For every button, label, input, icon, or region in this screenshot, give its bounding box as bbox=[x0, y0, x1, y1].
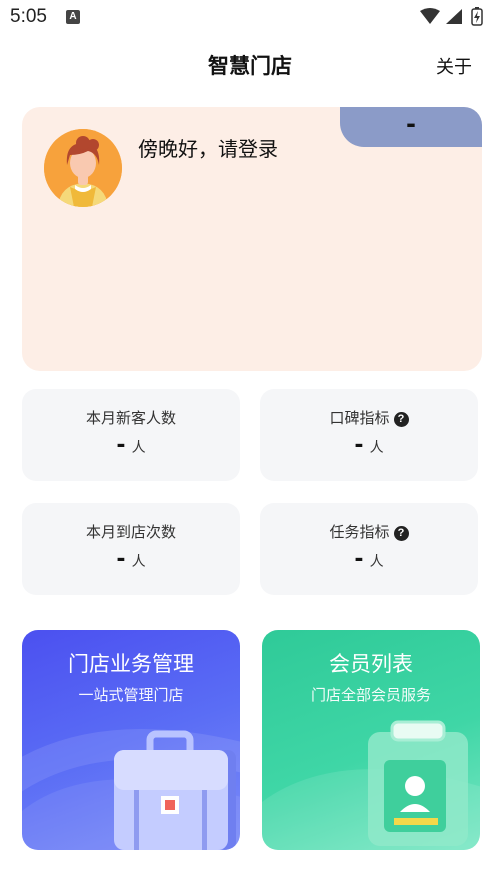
store-tag: - bbox=[340, 107, 482, 147]
member-list-card[interactable]: 会员列表 门店全部会员服务 bbox=[262, 630, 480, 850]
stat-card-new-customers[interactable]: 本月新客人数 -人 bbox=[22, 389, 240, 481]
greeting-text[interactable]: 傍晚好，请登录 bbox=[138, 133, 278, 162]
briefcase-icon bbox=[22, 729, 240, 850]
welcome-card[interactable]: - 傍晚好，请登录 bbox=[22, 107, 482, 371]
signal-icon bbox=[446, 9, 462, 24]
avatar[interactable] bbox=[44, 129, 122, 207]
stat-unit: 人 bbox=[131, 554, 146, 570]
stat-value: - bbox=[354, 433, 364, 458]
stat-value-row: -人 bbox=[22, 433, 240, 458]
stat-unit: 人 bbox=[369, 440, 384, 456]
feature-subtitle: 门店全部会员服务 bbox=[310, 686, 431, 704]
status-time: 5:05 bbox=[10, 6, 47, 27]
stat-value-row: -人 bbox=[260, 547, 478, 572]
stat-card-reputation[interactable]: 口碑指标? -人 bbox=[260, 389, 478, 481]
help-icon[interactable]: ? bbox=[393, 412, 409, 427]
stat-label-text: 口碑指标 bbox=[329, 409, 390, 427]
stat-card-tasks[interactable]: 任务指标? -人 bbox=[260, 503, 478, 595]
stat-unit: 人 bbox=[131, 440, 146, 456]
stat-value: - bbox=[354, 547, 364, 572]
stat-value-row: -人 bbox=[260, 433, 478, 458]
stat-label: 本月到店次数 bbox=[85, 523, 176, 541]
page-title: 智慧门店 bbox=[208, 54, 292, 78]
stat-label: 口碑指标? bbox=[260, 407, 478, 428]
feature-title: 门店业务管理 bbox=[68, 652, 194, 676]
status-bar: 5:05 A bbox=[0, 0, 500, 34]
stat-value: - bbox=[116, 433, 126, 458]
feature-subtitle: 一站式管理门店 bbox=[78, 686, 184, 704]
clipboard-member-icon bbox=[262, 720, 480, 850]
feature-title: 会员列表 bbox=[329, 652, 413, 676]
wifi-icon bbox=[420, 8, 440, 24]
stat-label: 任务指标? bbox=[260, 521, 478, 542]
stat-label-text: 任务指标 bbox=[329, 523, 390, 541]
stat-card-visits[interactable]: 本月到店次数 -人 bbox=[22, 503, 240, 595]
stat-value: - bbox=[116, 547, 126, 572]
avatar-icon bbox=[44, 129, 122, 207]
battery-icon bbox=[471, 7, 483, 26]
title-bar: 智慧门店 关于 bbox=[0, 44, 500, 84]
help-icon[interactable]: ? bbox=[393, 526, 409, 541]
notification-icon: A bbox=[66, 10, 80, 24]
store-management-card[interactable]: 门店业务管理 一站式管理门店 bbox=[22, 630, 240, 850]
stat-value-row: -人 bbox=[22, 547, 240, 572]
status-icons bbox=[420, 7, 490, 27]
stat-label: 本月新客人数 bbox=[85, 409, 176, 427]
stat-unit: 人 bbox=[369, 554, 384, 570]
about-button[interactable]: 关于 bbox=[436, 53, 472, 79]
